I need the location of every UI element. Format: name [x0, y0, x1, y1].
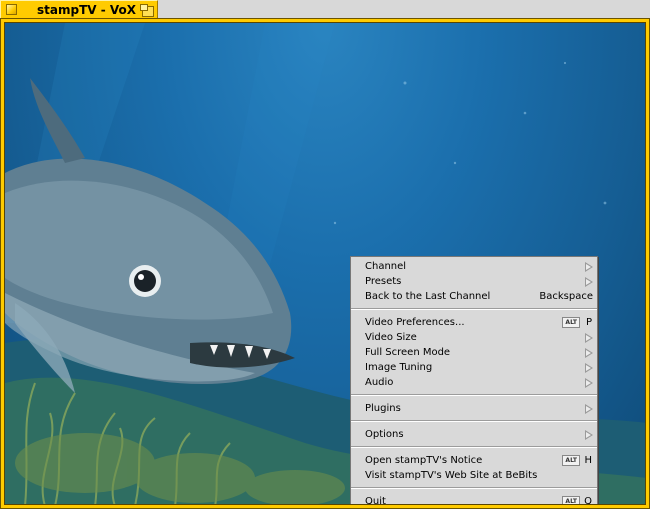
menu-item-label: Back to the Last Channel	[365, 291, 491, 302]
menu-item-label: Options	[365, 429, 404, 440]
submenu-arrow-icon	[585, 348, 593, 358]
menu-shortcut: Backspace	[539, 291, 593, 302]
menu-item-label: Visit stampTV's Web Site at BeBits	[365, 470, 538, 481]
submenu-arrow-icon	[585, 333, 593, 343]
menu-item-options[interactable]: Options	[351, 427, 597, 442]
menu-item-full-screen-mode[interactable]: Full Screen Mode	[351, 345, 597, 360]
submenu-arrow-icon	[585, 378, 593, 388]
menu-item-label: Full Screen Mode	[365, 347, 451, 358]
submenu-arrow-icon	[585, 262, 593, 272]
submenu-arrow-icon	[585, 430, 593, 440]
menu-item-label: Presets	[365, 276, 402, 287]
menu-item-video-size[interactable]: Video Size	[351, 330, 597, 345]
menu-item-back-to-the-last-channel[interactable]: Back to the Last Channel Backspace	[351, 289, 597, 304]
menu-separator	[351, 487, 597, 489]
alt-key-icon: ALT	[562, 317, 580, 328]
menu-item-audio[interactable]: Audio	[351, 375, 597, 390]
menu-item-label: Quit	[365, 496, 386, 505]
submenu-arrow-icon	[585, 277, 593, 287]
window-frame: Channel Presets Back to the Last Channel Ba…	[0, 18, 650, 509]
submenu-arrow-icon	[585, 404, 593, 414]
menu-shortcut-key: Q	[584, 496, 592, 505]
menu-shortcut-key: H	[584, 455, 592, 466]
menu-shortcut-key: P	[585, 317, 592, 328]
menu-item-image-tuning[interactable]: Image Tuning	[351, 360, 597, 375]
alt-key-icon: ALT	[562, 455, 580, 466]
close-icon[interactable]	[6, 4, 17, 15]
submenu-arrow-icon	[585, 363, 593, 373]
menu-separator	[351, 420, 597, 422]
menu-item-label: Open stampTV's Notice	[365, 455, 483, 466]
menu-item-channel[interactable]: Channel	[351, 259, 597, 274]
video-area[interactable]: Channel Presets Back to the Last Channel Ba…	[4, 22, 646, 505]
menu-item-label: Image Tuning	[365, 362, 433, 373]
menu-separator	[351, 394, 597, 396]
menu-item-open-stamptv-s-notice[interactable]: Open stampTV's Notice ALT H	[351, 453, 597, 468]
menu-item-visit-stamptv-s-web-site-at-bebits[interactable]: Visit stampTV's Web Site at BeBits	[351, 468, 597, 483]
menu-item-label: Video Preferences...	[365, 317, 465, 328]
menu-item-label: Audio	[365, 377, 394, 388]
window-title: stampTV - VoX	[37, 3, 137, 17]
menu-item-label: Video Size	[365, 332, 417, 343]
menu-item-label: Channel	[365, 261, 407, 272]
alt-key-icon: ALT	[562, 496, 580, 504]
menu-separator	[351, 446, 597, 448]
menu-item-label: Plugins	[365, 403, 401, 414]
menu-separator	[351, 308, 597, 310]
menu-item-video-preferences[interactable]: Video Preferences... ALT P	[351, 315, 597, 330]
zoom-icon[interactable]	[140, 4, 154, 17]
context-menu: Channel Presets Back to the Last Channel Ba…	[350, 256, 598, 505]
menu-item-presets[interactable]: Presets	[351, 274, 597, 289]
menu-item-plugins[interactable]: Plugins	[351, 401, 597, 416]
window-title-tab[interactable]: stampTV - VoX	[0, 0, 158, 19]
menu-item-quit[interactable]: Quit ALT Q	[351, 494, 597, 505]
